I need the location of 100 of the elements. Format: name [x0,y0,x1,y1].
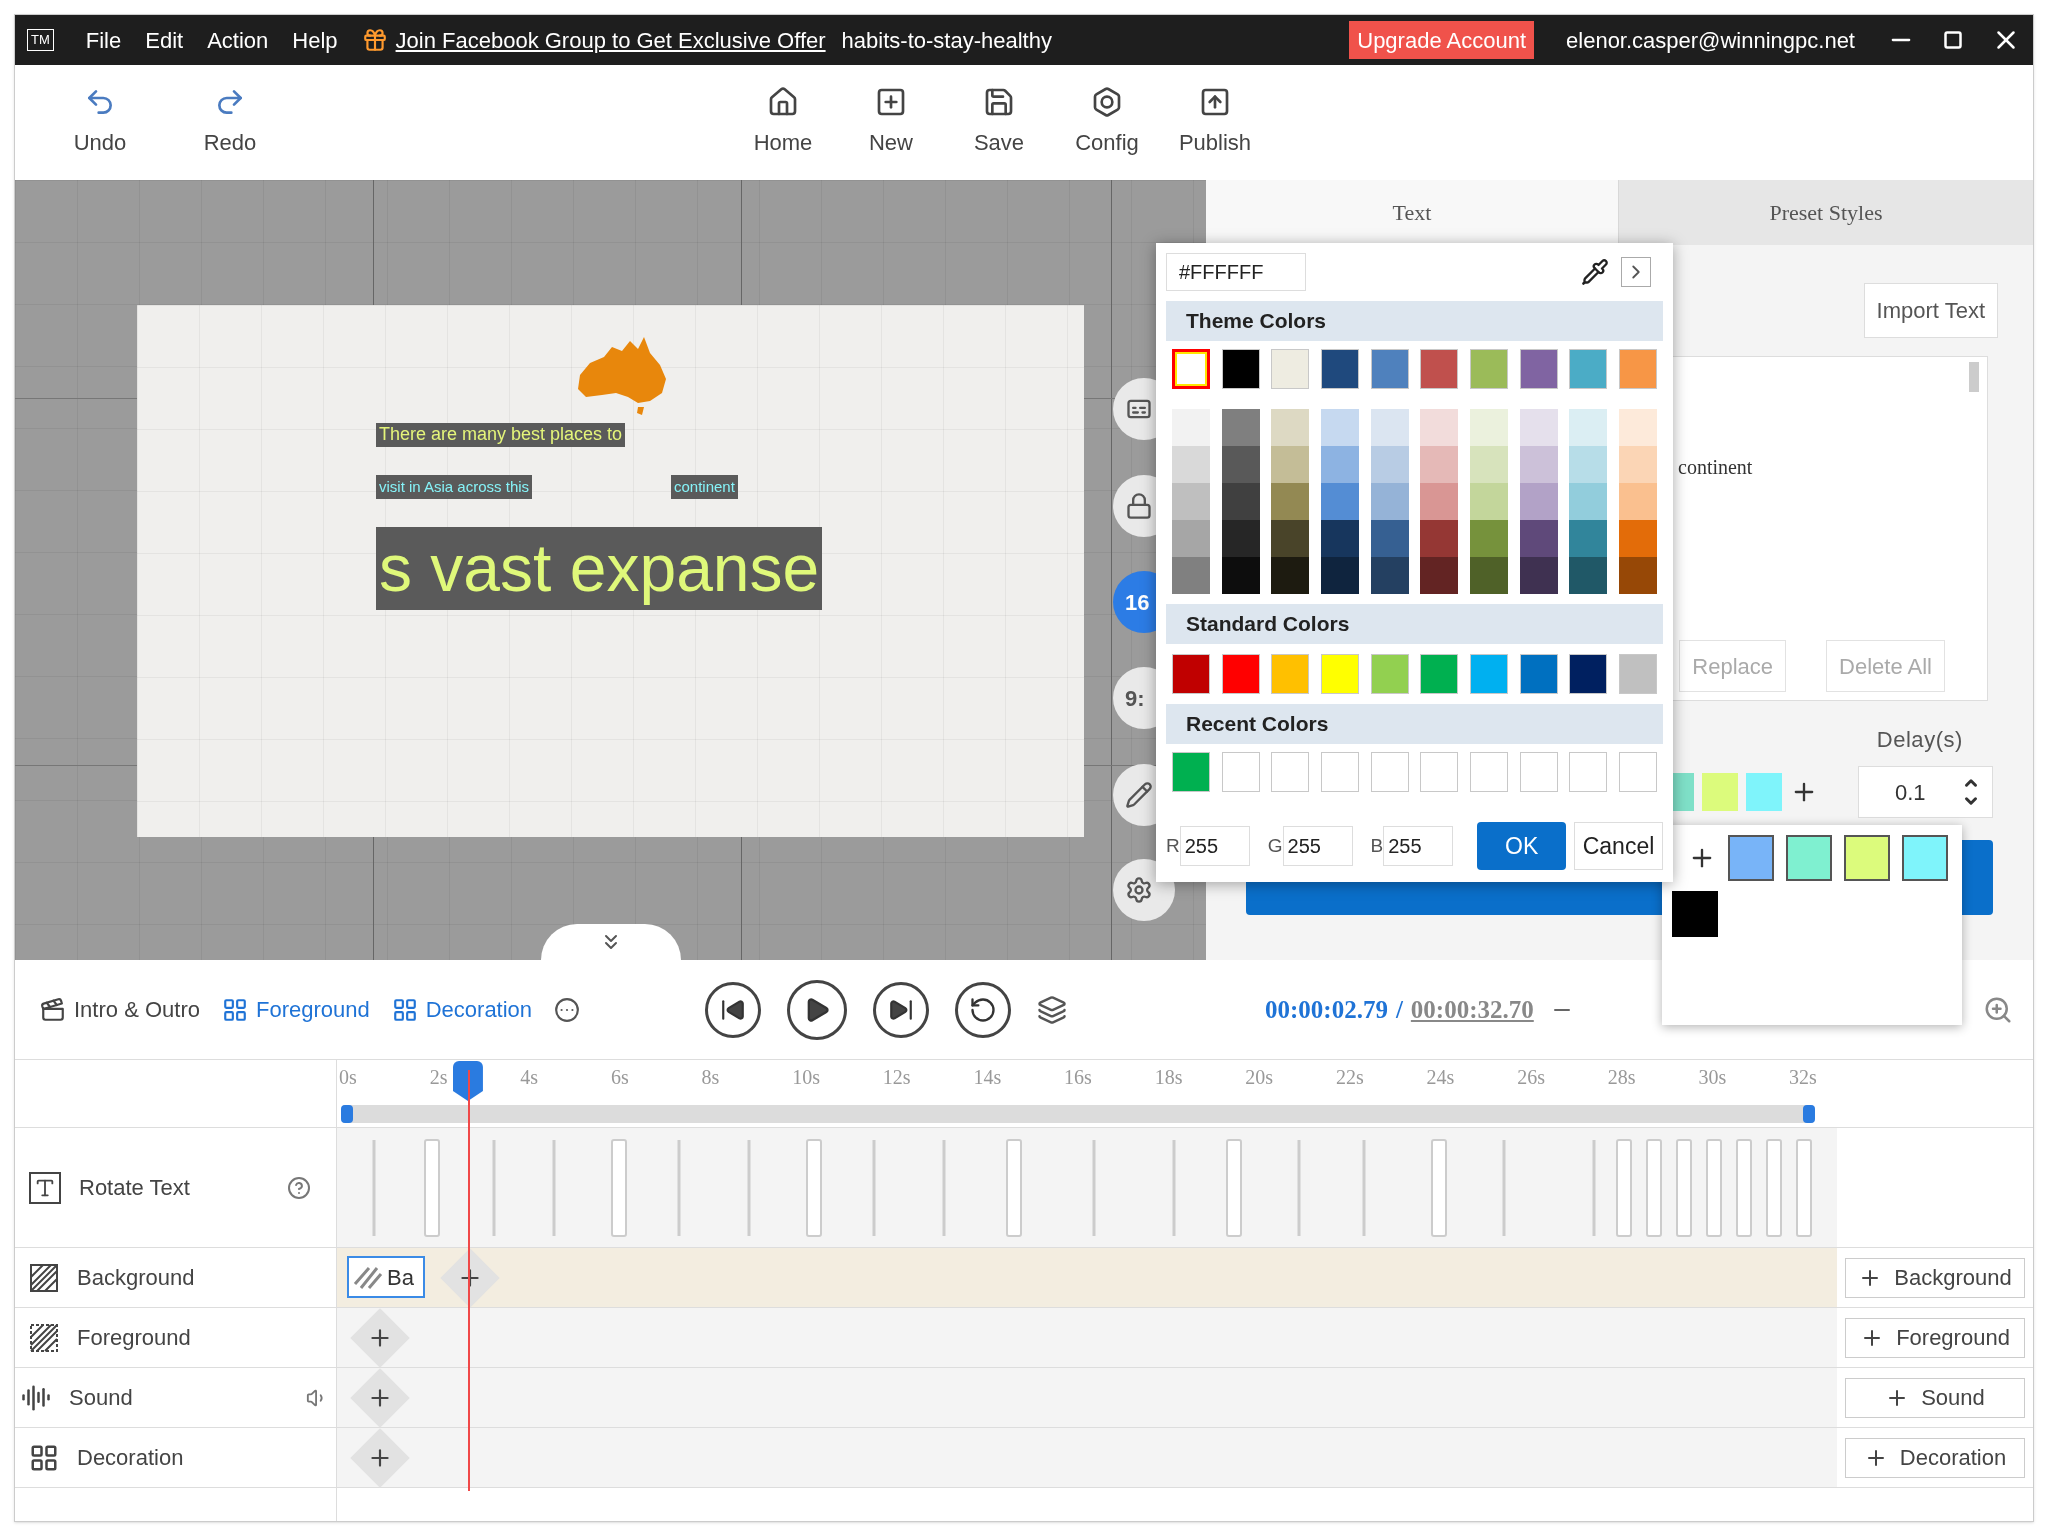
color-swatch[interactable] [1271,409,1310,446]
panel-tab[interactable]: Text [1206,180,1618,245]
layers-icon[interactable] [1037,994,1067,1025]
color-swatch[interactable] [1618,483,1657,520]
color-swatch[interactable] [1672,891,1718,937]
eyedropper-icon[interactable] [1581,258,1609,286]
help-icon[interactable] [287,1175,311,1200]
menu-item[interactable]: Help [280,23,350,57]
toolbar-button[interactable]: Save [959,86,1039,159]
color-swatch[interactable] [1370,557,1409,594]
color-swatch[interactable] [1569,520,1608,557]
color-swatch[interactable] [1320,520,1359,557]
color-swatch[interactable] [1172,409,1210,446]
color-swatch[interactable] [1271,520,1310,557]
color-swatch[interactable] [1902,835,1948,881]
color-swatch[interactable] [1320,409,1359,446]
color-swatch[interactable] [1786,835,1832,881]
maximize-icon[interactable] [1943,30,1963,50]
color-swatch[interactable] [1469,446,1508,483]
skip-forward-button[interactable] [873,981,929,1038]
color-swatch[interactable] [1221,446,1260,483]
import-text-button[interactable]: Import Text [1863,283,1998,338]
toolbar-button[interactable]: Publish [1175,86,1255,159]
color-swatch[interactable] [1728,835,1774,881]
color-swatch[interactable] [1469,557,1508,594]
color-swatch[interactable] [1370,409,1409,446]
color-swatch[interactable] [1221,483,1260,520]
color-swatch[interactable] [1271,557,1310,594]
hex-field[interactable]: #FFFFFF [1166,253,1306,291]
add-track-button[interactable]: Decoration [1845,1437,2025,1478]
color-swatch[interactable] [1519,446,1558,483]
color-swatch[interactable] [1618,409,1657,446]
playhead-handle[interactable] [452,1061,483,1101]
color-swatch[interactable] [1271,483,1310,520]
color-swatch[interactable] [1172,557,1210,594]
color-swatch[interactable] [1469,483,1508,520]
color-swatch[interactable] [1420,409,1459,446]
menu-item[interactable]: File [73,23,134,57]
timeline-tab[interactable]: Foreground [221,993,370,1026]
timeline-tab[interactable]: Intro & Outro [40,993,200,1026]
expand-button[interactable] [1621,257,1651,287]
color-swatch[interactable] [1519,409,1558,446]
color-swatch[interactable] [1519,483,1558,520]
color-swatch[interactable] [1702,773,1738,811]
color-swatch[interactable] [1844,835,1890,881]
cancel-button[interactable]: Cancel [1574,822,1663,870]
ok-button[interactable]: OK [1477,822,1567,870]
toolbar-button[interactable]: Home [743,86,823,159]
color-swatch[interactable] [1469,520,1508,557]
range-handle[interactable] [341,1105,353,1123]
menu-item[interactable]: Edit [133,23,196,57]
color-swatch[interactable] [1618,520,1657,557]
add-track-button[interactable]: Background [1845,1257,2025,1298]
color-swatch[interactable] [1370,520,1409,557]
color-swatch[interactable] [1420,557,1459,594]
toolbar-button[interactable]: Redo [195,86,265,159]
channel-field[interactable]: 255 [1179,826,1250,866]
color-swatch[interactable] [1420,520,1459,557]
color-swatch[interactable] [1271,446,1310,483]
add-track-button[interactable]: Foreground [1845,1317,2025,1358]
toolbar-button[interactable]: Config [1067,86,1147,159]
color-swatch[interactable] [1569,557,1608,594]
color-swatch[interactable] [1519,557,1558,594]
color-swatch[interactable] [1618,446,1657,483]
color-swatch[interactable] [1172,446,1210,483]
promo-link[interactable]: Join Facebook Group to Get Exclusive Offer [395,23,826,57]
range-handle[interactable] [1803,1105,1815,1123]
color-swatch[interactable] [1221,557,1260,594]
color-swatch[interactable] [1420,483,1459,520]
toolbar-button[interactable]: Undo [65,86,135,159]
add-track-button[interactable]: Sound [1845,1377,2025,1418]
more-icon[interactable] [554,996,581,1023]
color-swatch[interactable] [1320,557,1359,594]
color-swatch[interactable] [1320,483,1359,520]
menu-item[interactable]: Action [195,23,281,57]
color-swatch[interactable] [1469,409,1508,446]
timeline-tab[interactable]: Decoration [391,993,533,1026]
play-button[interactable] [787,979,847,1040]
channel-field[interactable]: 255 [1282,826,1353,866]
color-swatch[interactable] [1569,409,1608,446]
color-swatch[interactable] [1420,446,1459,483]
channel-field[interactable]: 255 [1383,826,1454,866]
color-swatch[interactable] [1370,483,1409,520]
color-swatch[interactable] [1370,446,1409,483]
color-swatch[interactable] [1172,520,1210,557]
color-swatch[interactable] [1221,520,1260,557]
color-swatch[interactable] [1569,446,1608,483]
replay-button[interactable] [955,981,1011,1038]
color-swatch[interactable] [1519,520,1558,557]
background-clip[interactable]: Ba [347,1256,425,1298]
color-swatch[interactable] [1172,483,1210,520]
color-swatch[interactable] [1746,773,1782,811]
delay-field[interactable]: 0.1 [1858,766,1993,818]
color-swatch[interactable] [1320,446,1359,483]
panel-tab[interactable]: Preset Styles [1618,180,2033,245]
skip-back-button[interactable] [705,981,761,1038]
toolbar-button[interactable]: New [851,86,931,159]
color-swatch[interactable] [1221,409,1260,446]
color-swatch[interactable] [1569,483,1608,520]
color-swatch[interactable] [1618,557,1657,594]
